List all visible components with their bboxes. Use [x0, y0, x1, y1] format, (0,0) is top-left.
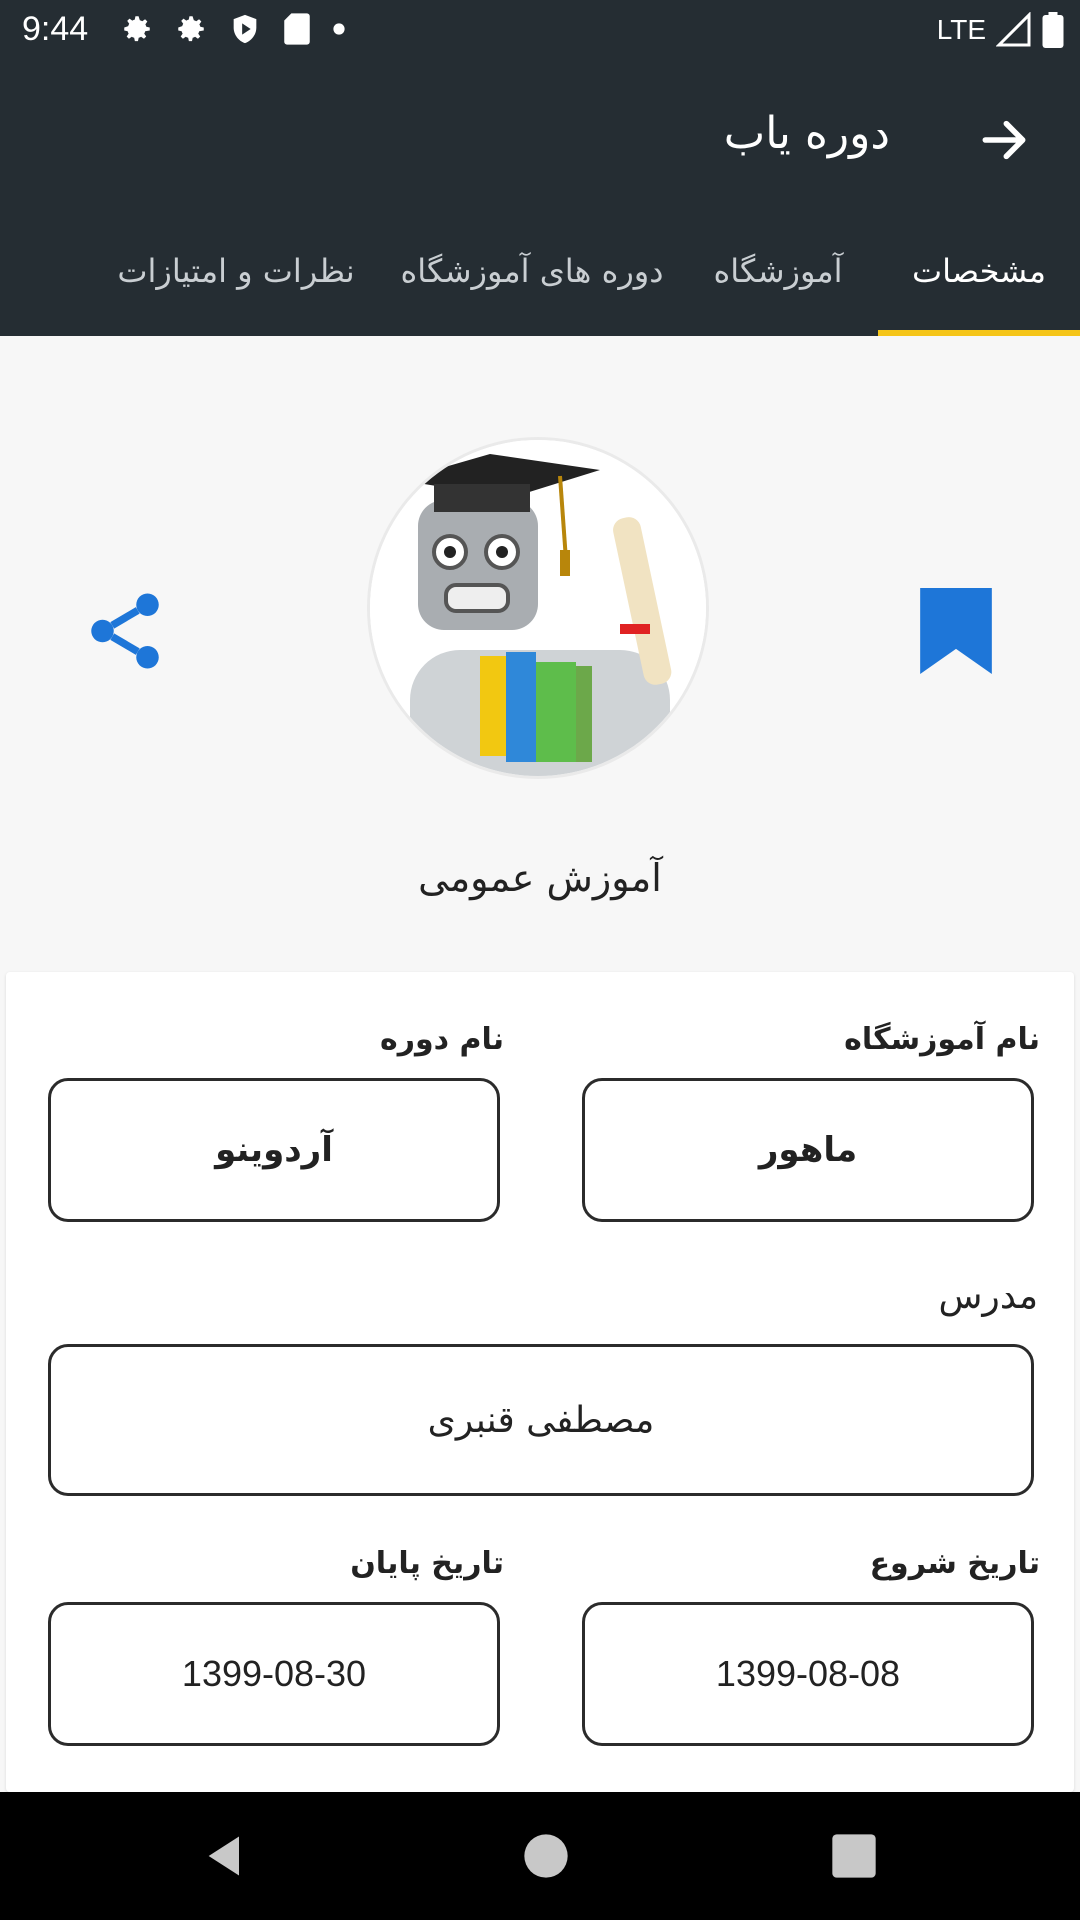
- end-date-field: 1399-08-30: [48, 1602, 500, 1746]
- tab-institute-courses[interactable]: دوره های آموزشگاه: [366, 206, 698, 336]
- institute-label: نام آموزشگاه: [844, 1022, 1040, 1057]
- end-date-label: تاریخ پایان: [350, 1546, 504, 1581]
- settings-icon: [124, 16, 150, 42]
- tab-institute[interactable]: آموزشگاه: [708, 206, 848, 336]
- status-time: 9:44: [22, 10, 89, 48]
- dot-icon: [333, 23, 345, 35]
- network-type: LTE: [936, 14, 986, 45]
- course-header: آموزش عمومی: [0, 336, 1080, 968]
- status-bar: 9:44 LTE: [0, 0, 1080, 62]
- institute-field: ماهور: [582, 1078, 1034, 1222]
- tab-label: دوره های آموزشگاه: [400, 252, 664, 290]
- start-date-label: تاریخ شروع: [869, 1546, 1040, 1581]
- signal-icon: [996, 12, 1031, 47]
- course-name-field: آردوینو: [48, 1078, 500, 1222]
- battery-icon: [1042, 12, 1064, 48]
- teacher-label: مدرس: [938, 1276, 1038, 1317]
- course-category: آموزش عمومی: [418, 856, 662, 900]
- arrow-right-icon[interactable]: [976, 112, 1032, 168]
- status-icons-left: [120, 12, 346, 46]
- nav-recent-icon[interactable]: [828, 1830, 880, 1882]
- course-name-label: نام دوره: [380, 1022, 504, 1057]
- shield-icon: [233, 14, 257, 44]
- system-nav-bar: [0, 1792, 1080, 1920]
- app-bar: دوره یاب مشخصات آموزشگاه دوره های آموزشگ…: [0, 62, 1080, 336]
- settings-icon: [178, 16, 204, 42]
- course-details-card: نام آموزشگاه نام دوره ماهور آردوینو مدرس…: [6, 972, 1074, 1792]
- start-date-field: 1399-08-08: [582, 1602, 1034, 1746]
- tab-label: نظرات و امتیازات: [117, 252, 355, 290]
- nav-back-icon[interactable]: [200, 1830, 252, 1882]
- tab-label: آموزشگاه: [713, 252, 843, 290]
- nav-home-icon[interactable]: [520, 1830, 572, 1882]
- tab-bar: مشخصات آموزشگاه دوره های آموزشگاه نظرات …: [0, 206, 1080, 336]
- share-icon[interactable]: [80, 586, 170, 676]
- tab-label: مشخصات: [912, 252, 1046, 290]
- sd-card-icon: [284, 13, 310, 45]
- tab-reviews[interactable]: نظرات و امتیازات: [106, 206, 366, 336]
- tab-details[interactable]: مشخصات: [878, 206, 1080, 336]
- app-title: دوره یاب: [723, 108, 890, 159]
- teacher-field: مصطفی قنبری: [48, 1344, 1034, 1496]
- status-icons-right: LTE: [937, 12, 1064, 48]
- bookmark-icon[interactable]: [920, 588, 992, 674]
- robot-graduate-image: [370, 440, 706, 776]
